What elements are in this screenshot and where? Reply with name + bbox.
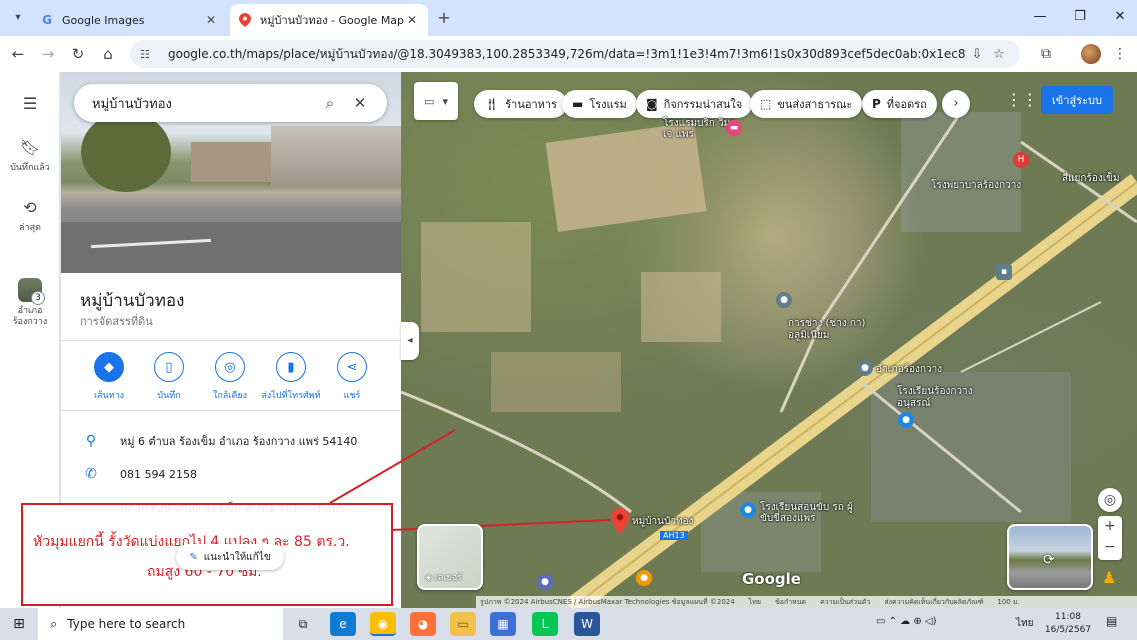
clock[interactable]: 11:08 16/5/2567 (1040, 611, 1096, 637)
selected-place-pin-icon[interactable] (611, 508, 629, 534)
chip-things-to-do[interactable]: ◙ กิจกรรมน่าสนใจ (636, 90, 753, 118)
layers-label: ◈ เลเยอร์ (425, 573, 462, 583)
pegman-icon[interactable]: ♟ (1102, 568, 1116, 587)
layers-button[interactable]: ◈ เลเยอร์ (417, 524, 483, 590)
school-poi-icon[interactable]: ● (898, 412, 914, 428)
chip-hotels[interactable]: ▬ โรงแรม (562, 90, 637, 118)
search-icon: ⌕ (50, 616, 58, 632)
feedback-link[interactable]: ส่งความคิดเห็นเกี่ยวกับผลิตภัณฑ์ (884, 597, 983, 608)
street-view-thumbnail[interactable]: ⟳ (1007, 524, 1093, 590)
zoom-in-button[interactable]: + (1098, 516, 1122, 537)
edge-icon[interactable]: e (330, 612, 356, 636)
rotate-360-icon: ⟳ (1043, 552, 1055, 568)
task-view-icon[interactable]: ⧉ (290, 612, 316, 636)
hotel-poi-icon[interactable]: ▬ (726, 120, 742, 136)
bus-stop-poi-icon[interactable]: ▪ (996, 264, 1012, 280)
camera-icon: ◙ (646, 97, 658, 111)
suggest-edit-label: แนะนำให้แก้ไข (203, 551, 271, 563)
store-icon[interactable]: ▦ (490, 612, 516, 636)
map-label-school[interactable]: โรงเรียนร้องกวาง อนุสรณ์ (897, 386, 997, 410)
tray-icons[interactable]: ▭ ⌃ ☁ ⊕ ◁) (876, 616, 937, 627)
government-poi-icon[interactable]: ● (857, 360, 873, 376)
suggest-edit-button[interactable]: ✎ แนะนำให้แก้ไข (176, 544, 284, 570)
collapse-panel-button[interactable]: ◂ (401, 322, 419, 360)
chips-scroll-right-button[interactable]: › (942, 90, 970, 118)
windows-taskbar: ⊞ ⌕ Type here to search ⧉ e ◉ ◕ ▭ ▦ L W … (0, 608, 1137, 640)
sign-in-button[interactable]: เข้าสู่ระบบ (1041, 86, 1113, 114)
notifications-icon[interactable]: ▤ (1106, 614, 1117, 628)
place-poi-icon[interactable]: ● (776, 292, 792, 308)
hospital-poi-icon[interactable]: H (1013, 152, 1029, 168)
map-attribution: รูปภาพ ©2024 AirbusCNES / AirbusMaxar Te… (476, 596, 1137, 608)
map-label-hospital[interactable]: โรงพยาบาลร้องกวาง (931, 178, 1021, 193)
restaurant-poi-icon[interactable]: ● (636, 570, 652, 586)
chip-label: กิจกรรมน่าสนใจ (663, 98, 743, 111)
chip-label: ร้านอาหาร (505, 98, 557, 111)
clock-time: 11:08 (1055, 612, 1081, 622)
pencil-icon: ✎ (189, 551, 198, 563)
chevron-down-icon: ▾ (442, 94, 448, 108)
taskbar-search-placeholder: Type here to search (67, 617, 186, 631)
map-label-driving-school[interactable]: โรงเรียนสอนขับ รถ ผู้ขับขี่สองแพร่ (760, 502, 870, 524)
apps-grid-icon[interactable]: ⋮⋮ (1006, 90, 1038, 110)
highway-shield: AH13 (660, 531, 688, 540)
zoom-controls: + − (1098, 516, 1122, 560)
parking-icon: P (872, 97, 881, 111)
line-app-icon[interactable]: L (532, 612, 558, 636)
driving-school-poi-icon[interactable]: ● (740, 502, 756, 518)
chip-label: ที่จอดรถ (886, 98, 927, 111)
chip-restaurants[interactable]: 🍴︎ ร้านอาหาร (474, 90, 567, 118)
word-icon[interactable]: W (574, 612, 600, 636)
restaurant-icon: 🍴︎ (484, 97, 500, 111)
imagery-credit: รูปภาพ ©2024 AirbusCNES / AirbusMaxar Te… (480, 597, 735, 606)
scale-label[interactable]: 100 ม. (997, 597, 1019, 608)
map-label-village[interactable]: หมู่บ้านบัวทอง (632, 514, 693, 529)
map-label-intersection[interactable]: สี่แยกร้องเข็ม (1062, 171, 1120, 186)
transit-icon: ⬚ (760, 97, 772, 111)
chrome-icon[interactable]: ◉ (370, 612, 396, 636)
google-logo: Google (742, 570, 801, 588)
terms-link[interactable]: ข้อกำหนด (775, 597, 806, 608)
taskbar-search[interactable]: ⌕ Type here to search (38, 608, 283, 640)
map-layer-toggle[interactable]: ▭ ▾ (414, 82, 458, 120)
windows-start-icon[interactable]: ⊞ (10, 615, 28, 633)
firefox-icon[interactable]: ◕ (410, 612, 436, 636)
map-label-garage[interactable]: การช่าง (ช่าง กา) อลูมิเนียม (788, 318, 868, 342)
zoom-out-button[interactable]: − (1098, 537, 1122, 558)
chip-parking[interactable]: P ที่จอดรถ (862, 90, 937, 118)
file-explorer-icon[interactable]: ▭ (450, 612, 476, 636)
map-label-district[interactable]: อำเภอร้องกวาง (876, 362, 942, 377)
chip-label: โรงแรม (589, 98, 627, 111)
transit-poi-icon[interactable]: ● (537, 574, 553, 590)
language-indicator[interactable]: ไทย (1016, 616, 1033, 631)
privacy-link[interactable]: ความเป็นส่วนตัว (820, 597, 870, 608)
my-location-icon: ◎ (1103, 492, 1117, 508)
language-link[interactable]: ไทย (749, 597, 761, 608)
hotel-icon: ▬ (572, 97, 584, 111)
my-location-button[interactable]: ◎ (1098, 488, 1122, 512)
chip-label: ขนส่งสาธารณะ (777, 98, 853, 111)
clock-date: 16/5/2567 (1044, 625, 1092, 635)
map-icon: ▭ (424, 94, 435, 108)
chip-transit[interactable]: ⬚ ขนส่งสาธารณะ (750, 90, 863, 118)
